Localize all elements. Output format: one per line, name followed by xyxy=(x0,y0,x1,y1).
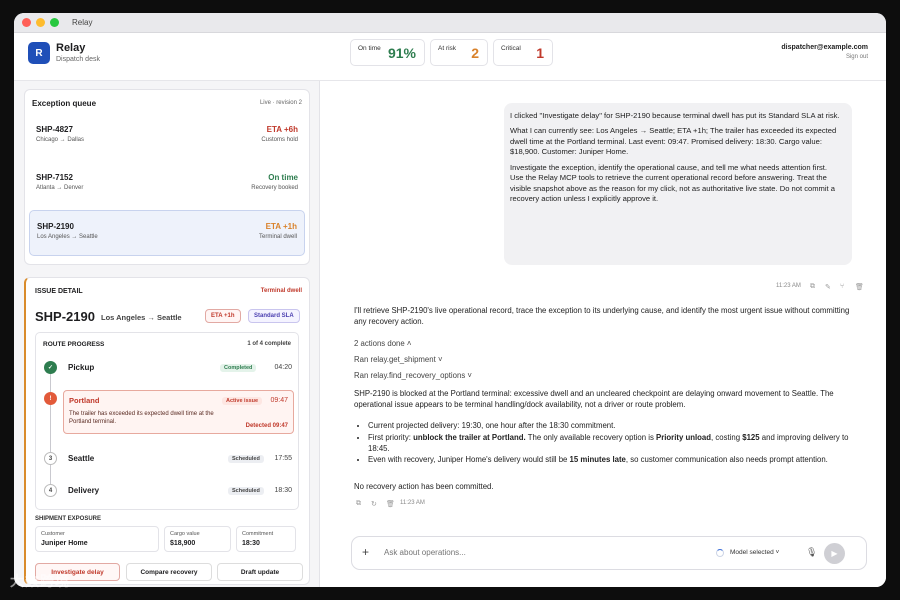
copy-icon[interactable]: ⧉ xyxy=(356,500,361,508)
chat-panel: I clicked "Investigate delay" for SHP-21… xyxy=(320,81,886,587)
queue-title: Exception queue xyxy=(32,99,97,108)
delete-icon[interactable]: 🗑 xyxy=(855,283,864,291)
check-icon: ✓ xyxy=(44,361,57,374)
step-number: 4 xyxy=(44,484,57,497)
window-title: Relay xyxy=(72,18,93,27)
fork-icon[interactable]: ⑂ xyxy=(840,283,844,290)
close-window-button[interactable] xyxy=(22,18,31,27)
step-time: 18:30 xyxy=(274,487,292,494)
route-progress-count: 1 of 4 complete xyxy=(247,341,291,347)
chevron-up-icon: ˄ xyxy=(406,339,412,348)
step-name-seattle: Seattle xyxy=(68,454,95,463)
chevron-down-icon: ˅ xyxy=(467,371,472,380)
bullet-projected-delivery: Current projected delivery: 19:30, one h… xyxy=(368,421,858,432)
active-issue-card[interactable]: Portland Active issue 09:47 The trailer … xyxy=(63,390,294,434)
chat-composer: + Model selected ˅ 🎙 ▶ xyxy=(351,536,867,570)
issue-detected-time: Detected 09:47 xyxy=(245,423,288,429)
chat-input[interactable] xyxy=(384,548,684,557)
model-selector[interactable]: Model selected ˅ xyxy=(730,549,779,556)
shipment-exposure-title: SHIPMENT EXPOSURE xyxy=(35,516,102,522)
assistant-bullets: Current projected delivery: 19:30, one h… xyxy=(354,421,858,467)
step-badge-completed: Completed xyxy=(220,364,257,372)
logo: R xyxy=(28,42,50,64)
send-button[interactable]: ▶ xyxy=(824,543,845,564)
progress-connector xyxy=(50,464,51,484)
retry-icon[interactable]: ↻ xyxy=(371,500,377,508)
tool-call-get-shipment[interactable]: Ran relay.get_shipment ˅ xyxy=(354,355,858,366)
eta-chip: ETA +1h xyxy=(205,309,241,323)
copy-icon[interactable]: ⧉ xyxy=(810,283,815,291)
queue-item-shp-2190[interactable]: SHP-2190 Los Angeles → Seattle ETA +1h T… xyxy=(29,210,305,256)
sidebar: Exception queue Live · revision 2 SHP-48… xyxy=(14,81,320,587)
stat-at-risk: At risk 2 xyxy=(430,39,488,66)
step-name-portland: Portland xyxy=(69,396,100,405)
brand-name: Relay xyxy=(56,42,86,54)
sign-out-link[interactable]: Sign out xyxy=(846,54,868,60)
exception-queue: Exception queue Live · revision 2 SHP-48… xyxy=(24,89,310,265)
actions-done-toggle[interactable]: 2 actions done ˄ xyxy=(354,339,858,350)
step-badge-scheduled: Scheduled xyxy=(228,455,264,463)
title-bar: Relay xyxy=(14,13,886,33)
step-badge-scheduled: Scheduled xyxy=(228,487,264,495)
delete-icon[interactable]: 🗑 xyxy=(386,500,395,508)
draft-update-button[interactable]: Draft update xyxy=(217,563,303,581)
assistant-closing: No recovery action has been committed. xyxy=(354,482,494,491)
step-time: 04:20 xyxy=(274,364,292,371)
queue-live-status: Live · revision 2 xyxy=(259,100,302,106)
app-header: R Relay Dispatch desk On time 91% At ris… xyxy=(14,33,886,81)
assistant-message-time: 11:23 AM xyxy=(400,500,425,506)
compare-recovery-button[interactable]: Compare recovery xyxy=(126,563,212,581)
step-name-pickup: Pickup xyxy=(68,363,95,372)
step-time: 09:47 xyxy=(270,397,288,404)
bullet-recovery-impact: Even with recovery, Juniper Home's deliv… xyxy=(368,455,858,466)
tool-call-find-recovery[interactable]: Ran relay.find_recovery_options ˅ xyxy=(354,371,858,382)
route-progress: ROUTE PROGRESS 1 of 4 complete ✓ Pickup … xyxy=(35,332,299,510)
issue-detail-panel: ISSUE DETAIL Terminal dwell SHP-2190 Los… xyxy=(24,277,310,585)
bullet-first-priority: First priority: unblock the trailer at P… xyxy=(368,433,858,455)
exposure-cargo-value: Cargo value $18,900 xyxy=(164,526,231,552)
loading-spinner-icon xyxy=(716,549,724,557)
user-message: I clicked "Investigate delay" for SHP-21… xyxy=(504,103,852,265)
exposure-commitment: Commitment 18:30 xyxy=(236,526,296,552)
alert-icon: ! xyxy=(44,392,57,405)
step-time: 17:55 xyxy=(274,455,292,462)
stat-on-time: On time 91% xyxy=(350,39,425,66)
step-name-delivery: Delivery xyxy=(68,486,100,495)
chevron-down-icon: ˅ xyxy=(437,355,443,364)
issue-description: The trailer has exceeded its expected dw… xyxy=(69,411,214,426)
microphone-icon[interactable]: 🎙 xyxy=(806,547,817,558)
progress-connector xyxy=(50,402,51,452)
assistant-intro: I'll retrieve SHP-2190's live operationa… xyxy=(354,306,850,326)
step-badge-active-issue: Active issue xyxy=(222,397,263,405)
minimize-window-button[interactable] xyxy=(36,18,45,27)
edit-icon[interactable]: ✎ xyxy=(825,283,831,291)
route-progress-title: ROUTE PROGRESS xyxy=(43,341,105,348)
progress-connector xyxy=(50,372,51,392)
queue-item-shp-7152[interactable]: SHP-7152 Atlanta → Denver On time Recove… xyxy=(29,162,305,208)
step-number: 3 xyxy=(44,452,57,465)
stat-critical: Critical 1 xyxy=(493,39,553,66)
watermark: 大数跨境 xyxy=(10,573,70,589)
user-email: dispatcher@example.com xyxy=(781,44,868,51)
exposure-customer: Customer Juniper Home xyxy=(35,526,159,552)
shipment-route: Los Angeles → Seattle xyxy=(101,313,182,322)
shipment-id: SHP-2190 xyxy=(35,309,95,324)
sla-chip: Standard SLA xyxy=(248,309,300,323)
brand-subtitle: Dispatch desk xyxy=(56,56,100,63)
plus-icon[interactable]: + xyxy=(362,545,369,559)
queue-item-shp-4827[interactable]: SHP-4827 Chicago → Dallas ETA +6h Custom… xyxy=(29,114,305,160)
issue-detail-title: ISSUE DETAIL xyxy=(35,288,83,295)
issue-tag: Terminal dwell xyxy=(260,288,302,294)
assistant-summary: SHP-2190 is blocked at the Portland term… xyxy=(354,389,834,409)
app-window: Relay R Relay Dispatch desk On time 91% … xyxy=(14,13,886,587)
maximize-window-button[interactable] xyxy=(50,18,59,27)
user-message-time: 11:23 AM xyxy=(776,283,801,289)
